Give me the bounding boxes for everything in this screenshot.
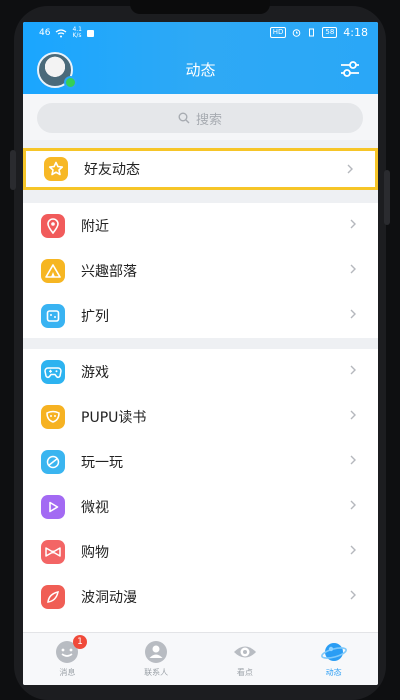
section-friends: 好友动态 — [23, 148, 378, 190]
chevron-right-icon — [350, 455, 356, 465]
chevron-right-icon — [350, 590, 356, 600]
section-apps: 游戏 PUPU读书 玩一玩 微视 购物 波洞动漫 — [23, 349, 378, 634]
chevron-right-icon — [350, 219, 356, 229]
list-item-label: 好友动态 — [84, 162, 140, 178]
tab-label: 消息 — [59, 668, 76, 677]
phone-notch — [130, 0, 270, 14]
tribe-icon — [41, 258, 65, 283]
notification-icon — [87, 29, 94, 37]
list-item-pupu-reading[interactable]: PUPU读书 — [23, 394, 378, 439]
list-item-expand-friends[interactable]: 扩列 — [23, 293, 378, 338]
tab-label: 看点 — [236, 668, 253, 677]
eye-icon — [233, 646, 256, 658]
list-item-label: 微视 — [81, 499, 109, 516]
alarm-icon — [293, 29, 301, 37]
list-item-label: 玩一玩 — [81, 454, 123, 471]
list-item-label: 波洞动漫 — [81, 589, 137, 606]
header: 46 4.1 K/s HD 58 4:18 动态 — [23, 22, 378, 94]
bottom-tab-bar: 1 消息 联系人 看点 动态 — [23, 632, 378, 685]
search-input[interactable]: 搜索 — [37, 103, 363, 133]
list-item-label: 游戏 — [81, 364, 109, 381]
list-item-label: 附近 — [81, 218, 109, 235]
planet-icon — [320, 643, 347, 661]
title-row: 动态 — [23, 50, 378, 90]
list-item-label: 扩列 — [81, 308, 109, 325]
tab-contacts[interactable]: 联系人 — [112, 633, 201, 685]
tab-messages[interactable]: 1 消息 — [23, 633, 112, 685]
search-icon — [178, 112, 190, 124]
settings-sliders-icon[interactable] — [340, 60, 360, 78]
screen: 46 4.1 K/s HD 58 4:18 动态 搜索 好友动态 附近 兴趣部落… — [23, 22, 378, 685]
list-item-label: 兴趣部落 — [81, 263, 137, 280]
chevron-right-icon — [350, 264, 356, 274]
list-item-games[interactable]: 游戏 — [23, 349, 378, 394]
comic-icon — [41, 584, 65, 609]
location-pin-icon — [41, 213, 65, 238]
status-bar: 46 4.1 K/s HD 58 4:18 — [23, 22, 378, 44]
volume-button — [10, 150, 16, 190]
search-placeholder: 搜索 — [195, 112, 222, 128]
tab-label: 动态 — [325, 668, 342, 677]
chevron-right-icon — [350, 410, 356, 420]
chevron-right-icon — [350, 309, 356, 319]
list-item-label: PUPU读书 — [81, 409, 147, 426]
tab-moments[interactable]: 动态 — [289, 633, 378, 685]
list-item-label: 购物 — [81, 544, 109, 561]
list-item-friend-feed[interactable]: 好友动态 — [23, 148, 378, 190]
list-item-weishi[interactable]: 微视 — [23, 484, 378, 529]
tab-kandian[interactable]: 看点 — [201, 633, 290, 685]
list-item-shopping[interactable]: 购物 — [23, 529, 378, 574]
contacts-icon — [145, 641, 168, 663]
puzzle-icon — [41, 303, 65, 328]
tab-label: 联系人 — [144, 668, 169, 677]
power-button — [384, 170, 390, 225]
bow-icon — [41, 539, 65, 564]
list-item-bodong-comics[interactable]: 波洞动漫 — [23, 574, 378, 619]
page-title: 动态 — [185, 61, 216, 79]
chevron-right-icon — [350, 500, 356, 510]
vibrate-icon — [309, 28, 315, 37]
video-icon — [41, 494, 65, 519]
chevron-right-icon — [347, 164, 353, 174]
unread-badge: 1 — [73, 635, 87, 649]
chevron-right-icon — [350, 365, 356, 375]
star-icon — [44, 157, 68, 181]
wifi-icon — [56, 28, 67, 37]
signal-text: 46 — [39, 28, 51, 38]
net-speed-text: 4.1 K/s — [72, 26, 82, 39]
search-area: 搜索 — [23, 94, 378, 140]
list-item-play[interactable]: 玩一玩 — [23, 439, 378, 484]
list-item-interest-tribe[interactable]: 兴趣部落 — [23, 248, 378, 293]
battery-level: 58 — [322, 27, 338, 38]
play-ball-icon — [41, 449, 65, 474]
list-item-nearby[interactable]: 附近 — [23, 203, 378, 248]
chevron-right-icon — [350, 545, 356, 555]
section-discover: 附近 兴趣部落 扩列 — [23, 203, 378, 338]
hd-badge: HD — [269, 27, 287, 38]
book-icon — [41, 404, 65, 429]
clock: 4:18 — [343, 26, 368, 39]
gamepad-icon — [41, 359, 65, 384]
